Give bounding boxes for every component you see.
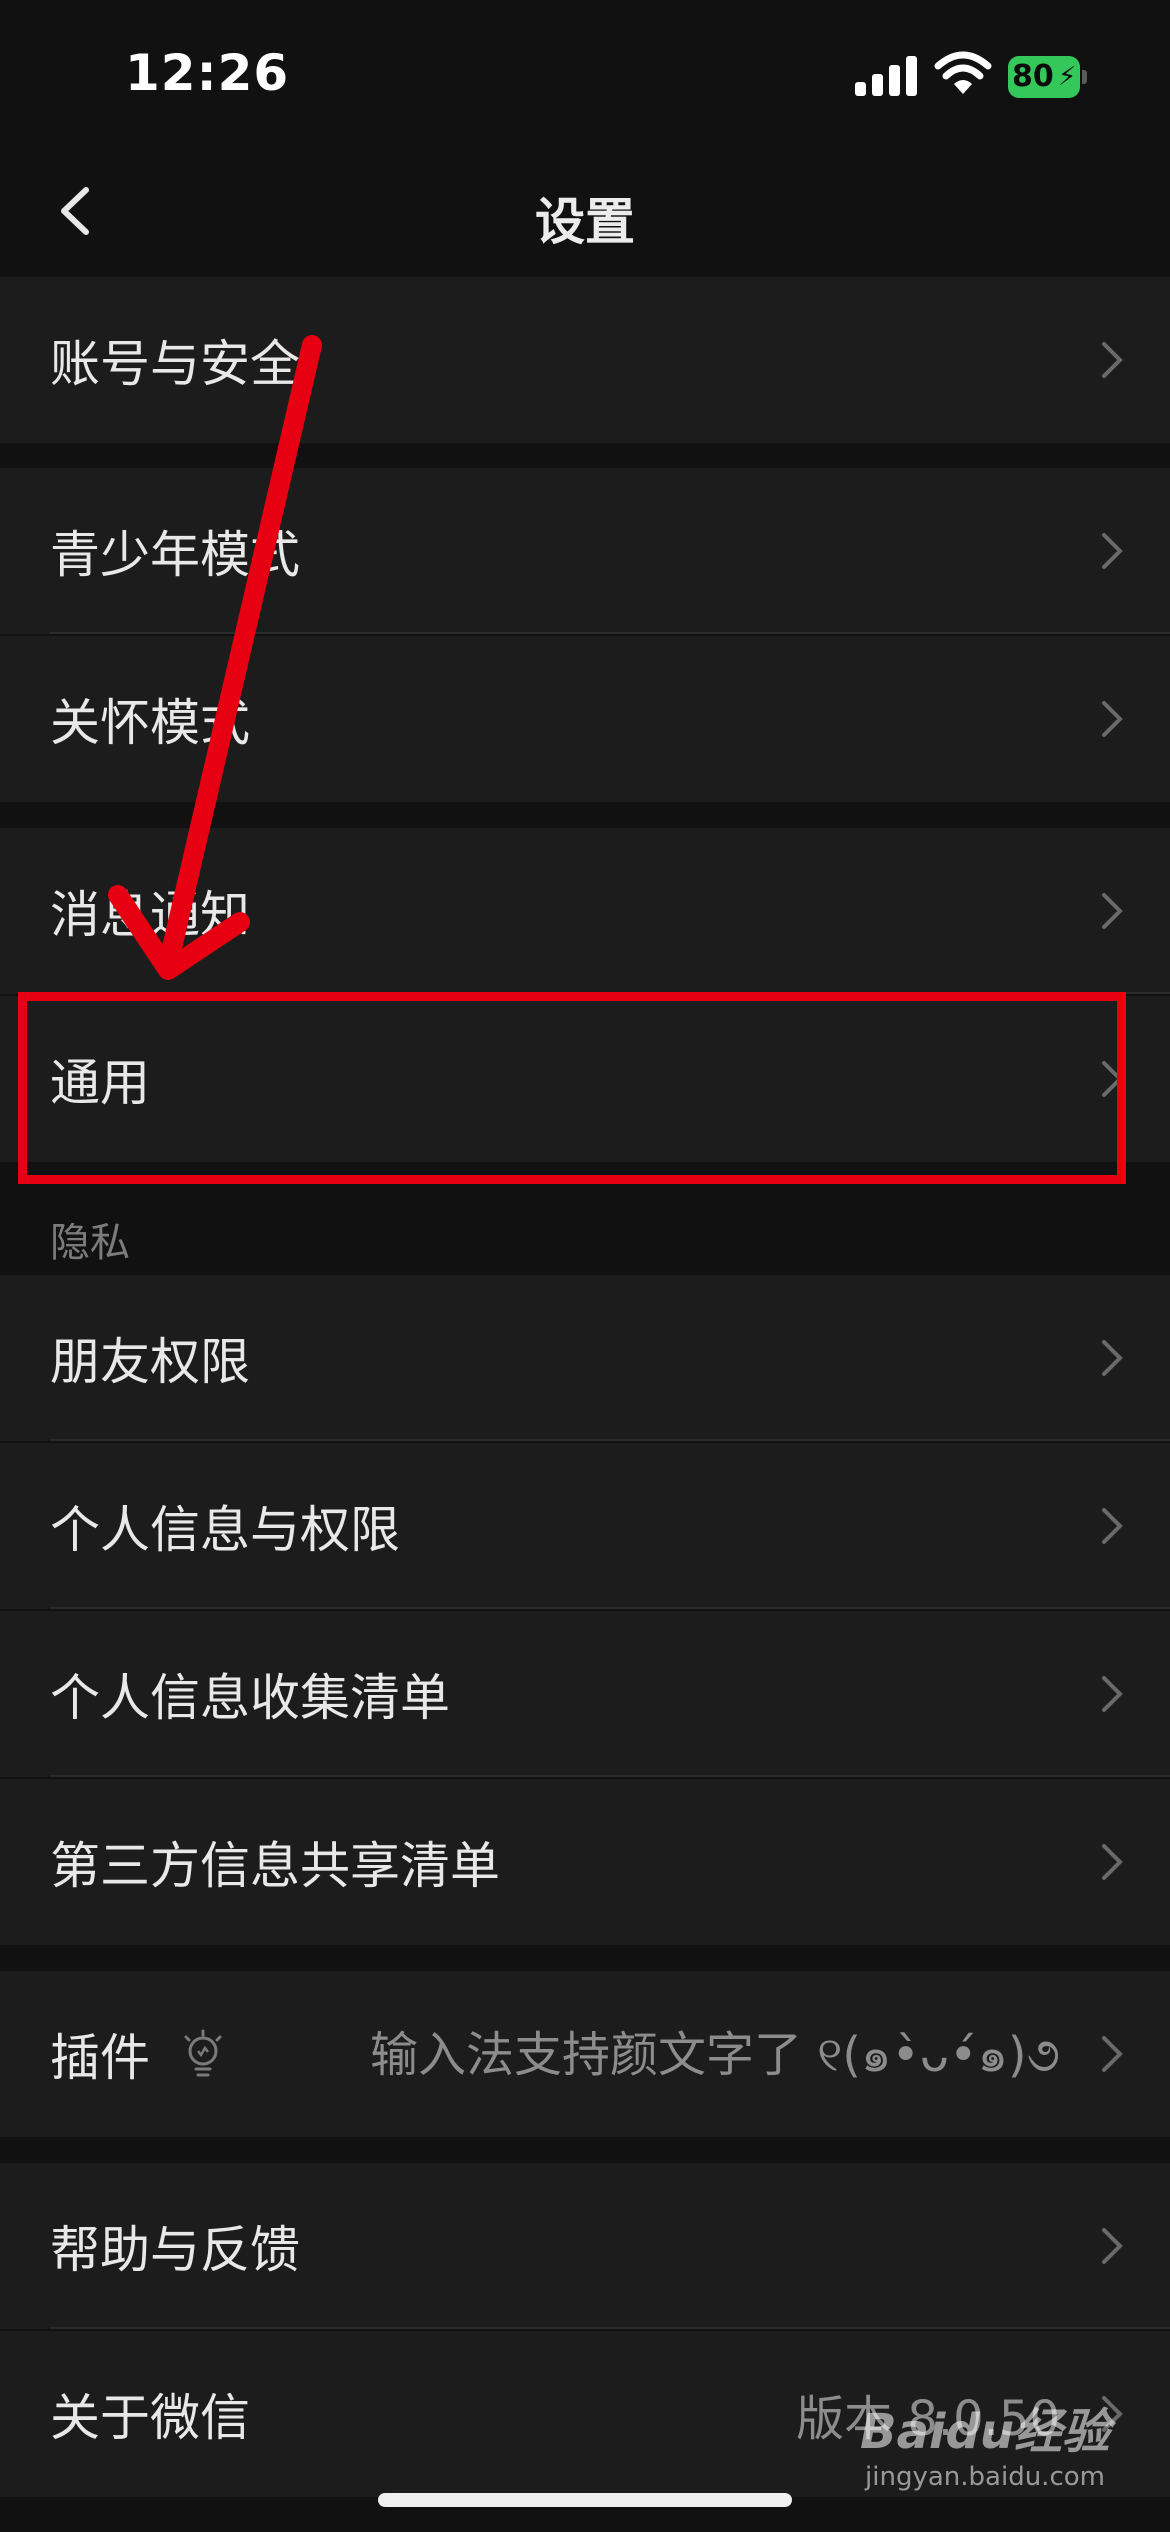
lightbulb-icon (184, 2029, 222, 2077)
watermark-url: jingyan.baidu.com (865, 2462, 1105, 2492)
watermark-logo: Baidu经验 (860, 2404, 1110, 2460)
chevron-right-icon (1102, 893, 1123, 929)
status-time: 12:26 (125, 44, 290, 102)
row-label: 青少年模式 (50, 526, 300, 584)
chevron-right-icon (1102, 1340, 1123, 1376)
settings-row-plugins[interactable]: 插件 输入法支持颜文字了 ୧(๑•̀ᴗ•́๑)૭ (0, 1971, 1170, 2137)
row-label: 插件 (50, 2029, 150, 2087)
highlight-box (18, 992, 1126, 1184)
cellular-signal-icon (855, 56, 917, 96)
row-label: 个人信息收集清单 (50, 1669, 450, 1727)
wifi-icon (934, 51, 992, 94)
chevron-right-icon (1102, 533, 1123, 569)
chevron-right-icon (1102, 701, 1123, 737)
section-header-privacy: 隐私 (50, 1220, 130, 1266)
divider (50, 2327, 1170, 2329)
battery-icon: 80 ⚡ (1008, 56, 1087, 98)
row-label: 账号与安全 (50, 335, 300, 393)
page-title: 设置 (535, 193, 635, 251)
chevron-right-icon (1102, 342, 1123, 378)
settings-row-friend-permissions[interactable]: 朋友权限 (0, 1275, 1170, 1441)
settings-row-info-collection[interactable]: 个人信息收集清单 (0, 1611, 1170, 1777)
row-label: 关于微信 (50, 2389, 250, 2447)
divider (50, 632, 1170, 634)
divider (50, 1775, 1170, 1777)
baidu-watermark: Baidu经验 jingyan.baidu.com (860, 2392, 1110, 2492)
chevron-right-icon (1102, 1508, 1123, 1544)
row-label: 朋友权限 (50, 1333, 250, 1391)
row-label: 帮助与反馈 (50, 2221, 300, 2279)
row-label: 个人信息与权限 (50, 1501, 400, 1559)
chevron-right-icon (1102, 2228, 1123, 2264)
row-label: 关怀模式 (50, 694, 250, 752)
divider (50, 1607, 1170, 1609)
home-indicator[interactable] (378, 2493, 792, 2507)
plugins-hint-text: 输入法支持颜文字了 ୧(๑•̀ᴗ•́๑)૭ (369, 2027, 1060, 2083)
settings-row-personal-info[interactable]: 个人信息与权限 (0, 1443, 1170, 1609)
settings-row-account[interactable]: 账号与安全 (0, 277, 1170, 443)
chevron-right-icon (1102, 2036, 1123, 2072)
divider (50, 1439, 1170, 1441)
chevron-right-icon (1102, 1844, 1123, 1880)
chevron-right-icon (1102, 1676, 1123, 1712)
settings-row-notifications[interactable]: 消息通知 (0, 828, 1170, 994)
charging-bolt-icon: ⚡ (1058, 62, 1077, 92)
settings-row-care-mode[interactable]: 关怀模式 (0, 636, 1170, 802)
nav-bar: 设置 (0, 150, 1170, 275)
row-label: 消息通知 (50, 886, 250, 944)
row-label: 第三方信息共享清单 (50, 1837, 500, 1895)
settings-row-help-feedback[interactable]: 帮助与反馈 (0, 2163, 1170, 2329)
settings-row-third-party-sharing[interactable]: 第三方信息共享清单 (0, 1779, 1170, 1945)
battery-level: 80 (1012, 59, 1054, 94)
settings-row-youth-mode[interactable]: 青少年模式 (0, 468, 1170, 634)
status-bar: 12:26 80 ⚡ (0, 0, 1170, 150)
settings-screen: 12:26 80 ⚡ 设置 账号与安全 青少年模式 关怀模式 消息通知 通用 隐… (0, 0, 1170, 2532)
